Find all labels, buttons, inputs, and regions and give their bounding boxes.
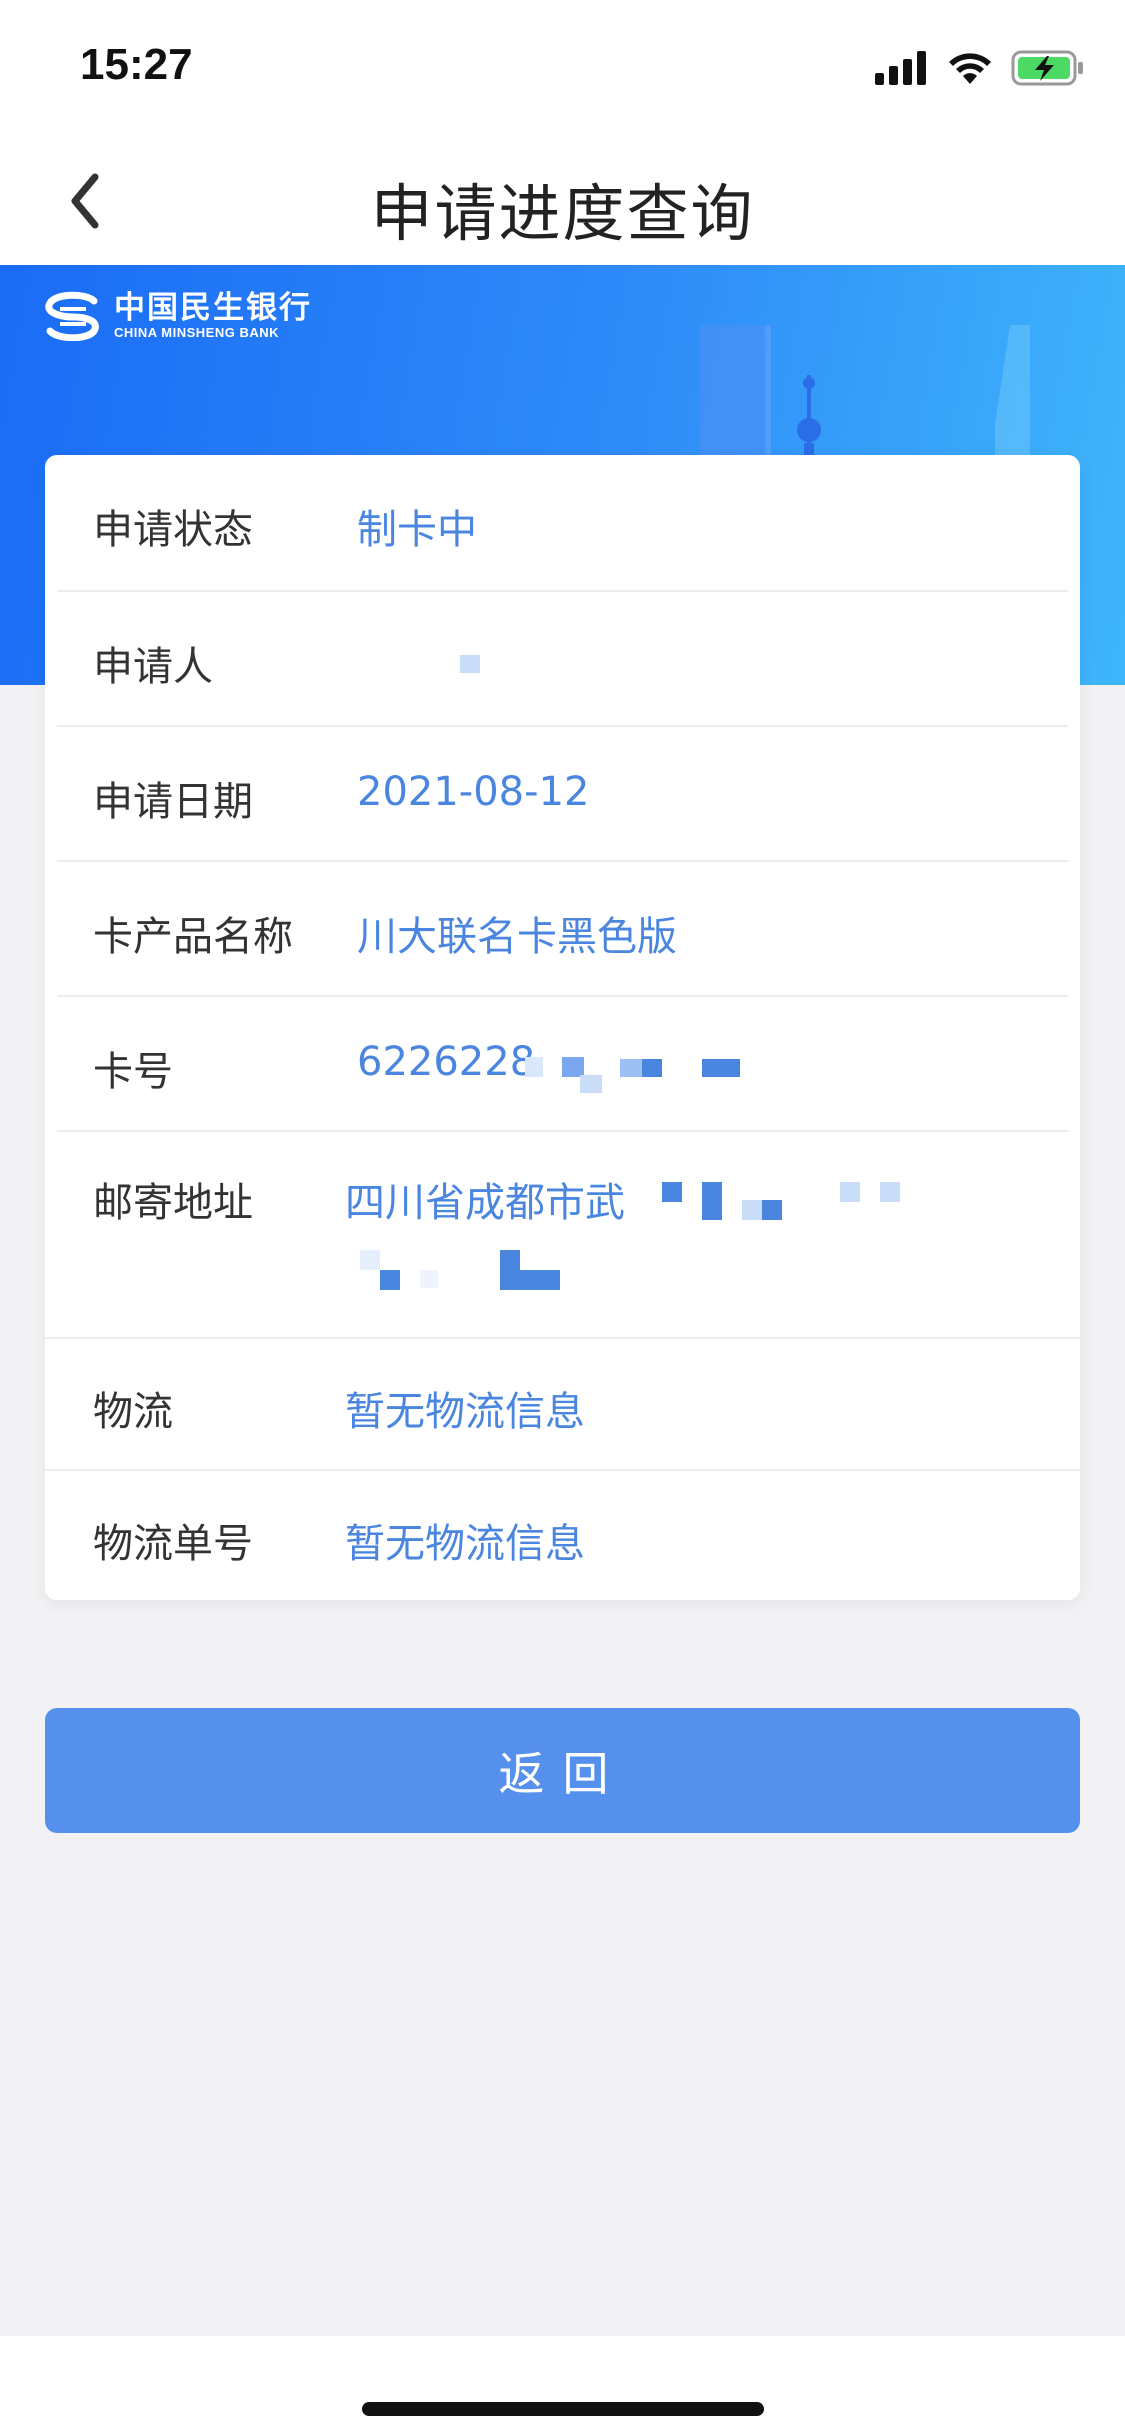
tracking-label: 物流单号: [93, 1521, 253, 1567]
row-address: 邮寄地址 四川省成都市武: [45, 1132, 1080, 1337]
product-label: 卡产品名称: [93, 914, 293, 960]
date-label: 申请日期: [93, 779, 253, 825]
home-indicator[interactable]: [362, 2402, 764, 2416]
row-tracking: 物流单号 暂无物流信息: [45, 1471, 1080, 1600]
row-date: 申请日期 2021-08-12: [45, 727, 1080, 860]
logistics-value: 暂无物流信息: [345, 1389, 585, 1435]
redacted-mosaic: [702, 1182, 722, 1220]
redacted-mosaic: [460, 655, 480, 673]
redacted-mosaic: [525, 1057, 543, 1077]
redacted-mosaic: [742, 1200, 762, 1220]
redacted-mosaic: [880, 1182, 900, 1202]
return-button[interactable]: 返回: [45, 1708, 1080, 1833]
redacted-mosaic: [840, 1182, 860, 1202]
redacted-mosaic: [662, 1182, 682, 1202]
redacted-mosaic: [762, 1200, 782, 1220]
row-product: 卡产品名称 川大联名卡黑色版: [45, 862, 1080, 995]
redacted-mosaic: [702, 1059, 740, 1077]
redacted-mosaic: [520, 1270, 560, 1290]
home-indicator-area: [0, 2336, 1125, 2436]
redacted-mosaic: [360, 1250, 380, 1270]
signal-icon: [875, 51, 926, 85]
row-applicant: 申请人: [45, 592, 1080, 725]
row-status: 申请状态 制卡中: [45, 455, 1080, 590]
redacted-mosaic: [380, 1270, 400, 1290]
redacted-mosaic: [642, 1059, 662, 1077]
status-bar: 15:27: [0, 0, 1125, 135]
status-label: 申请状态: [93, 507, 253, 553]
address-label: 邮寄地址: [93, 1180, 253, 1226]
nav-bar: 申请进度查询: [0, 135, 1125, 265]
redacted-mosaic: [562, 1057, 584, 1077]
application-info-card: 申请状态 制卡中 申请人 申请日期 2021-08-12 卡产品名称 川大联名卡…: [45, 455, 1080, 1600]
address-value: 四川省成都市武: [345, 1180, 625, 1226]
redacted-mosaic: [580, 1075, 602, 1093]
redacted-mosaic: [420, 1270, 438, 1288]
applicant-label: 申请人: [93, 644, 213, 690]
card-number-value: 6226228: [357, 1039, 536, 1085]
row-logistics: 物流 暂无物流信息: [45, 1339, 1080, 1469]
row-card-number: 卡号 6226228: [45, 997, 1080, 1130]
status-icons: [875, 48, 1085, 88]
tracking-value: 暂无物流信息: [345, 1521, 585, 1567]
redacted-mosaic: [500, 1250, 520, 1290]
date-value: 2021-08-12: [357, 769, 590, 815]
product-value: 川大联名卡黑色版: [357, 914, 677, 960]
wifi-icon: [949, 53, 991, 84]
page-title: 申请进度查询: [370, 177, 755, 250]
card-number-label: 卡号: [93, 1049, 173, 1095]
redacted-mosaic: [620, 1059, 642, 1077]
logistics-label: 物流: [93, 1389, 173, 1435]
battery-charging-icon: [1011, 50, 1083, 86]
status-value: 制卡中: [357, 507, 477, 553]
status-time: 15:27: [80, 40, 193, 89]
